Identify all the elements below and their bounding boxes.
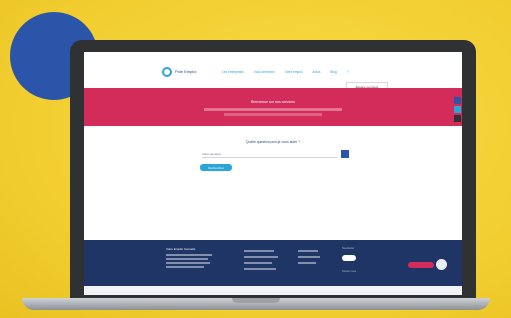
site-footer: Votre Emploi Conseils Newsletter Suivez … xyxy=(84,240,462,286)
laptop-notch xyxy=(232,298,280,303)
footer-link-line[interactable] xyxy=(298,256,320,258)
twitter-icon[interactable] xyxy=(454,106,461,113)
nav-item-actus[interactable]: Actus xyxy=(312,70,320,74)
footer-text-line xyxy=(166,254,212,256)
linkedin-icon[interactable] xyxy=(454,115,461,122)
hero-subtitle-line xyxy=(204,108,342,111)
hero-subtitle-line xyxy=(224,113,322,116)
footer-link-line[interactable] xyxy=(298,262,316,264)
bottom-bar xyxy=(84,286,462,295)
nav-item-emploi[interactable]: Votre emploi xyxy=(285,70,303,74)
footer-title: Votre Emploi Conseils xyxy=(166,247,196,251)
site-logo[interactable]: Pôle Emploi xyxy=(162,66,202,78)
follow-label: Suivez nous xyxy=(342,270,357,273)
laptop-screen: Pôle Emploi Les entreprises Vous cherche… xyxy=(84,52,462,295)
footer-text-line xyxy=(166,266,204,268)
footer-text-line xyxy=(166,258,208,260)
footer-link-line[interactable] xyxy=(298,250,318,252)
logo-icon xyxy=(162,67,172,77)
contact-button[interactable] xyxy=(408,262,434,268)
site-header: Pôle Emploi Les entreprises Vous cherche… xyxy=(84,52,462,93)
footer-link-line[interactable] xyxy=(244,250,274,252)
search-question: Quelle question puis-je vous aider ? xyxy=(246,140,300,144)
footer-link-line[interactable] xyxy=(244,256,278,258)
nav-item-entreprises[interactable]: Les entreprises xyxy=(222,70,244,74)
hero-banner: Bienvenue sur nos services xyxy=(84,88,462,126)
footer-text-line xyxy=(166,262,210,264)
nav-item-blog[interactable]: Blog xyxy=(330,70,336,74)
footer-link-line[interactable] xyxy=(244,262,272,264)
newsletter-button[interactable] xyxy=(342,255,356,261)
nav-item-help[interactable]: ? xyxy=(347,70,349,74)
facebook-icon[interactable] xyxy=(454,97,461,104)
social-sidebar xyxy=(454,97,461,122)
logo-text: Pôle Emploi xyxy=(175,69,197,74)
nav-item-cherchez[interactable]: Vous cherchez xyxy=(254,70,275,74)
footer-link-line[interactable] xyxy=(244,268,276,270)
main-nav: Les entreprises Vous cherchez Votre empl… xyxy=(222,70,349,74)
scroll-top-button[interactable] xyxy=(436,259,447,270)
search-input[interactable] xyxy=(202,151,337,158)
action-button[interactable]: Rechercher xyxy=(200,164,232,171)
search-button[interactable] xyxy=(341,150,349,158)
hero-title: Bienvenue sur nos services xyxy=(251,100,295,104)
newsletter-label: Newsletter xyxy=(342,247,355,250)
